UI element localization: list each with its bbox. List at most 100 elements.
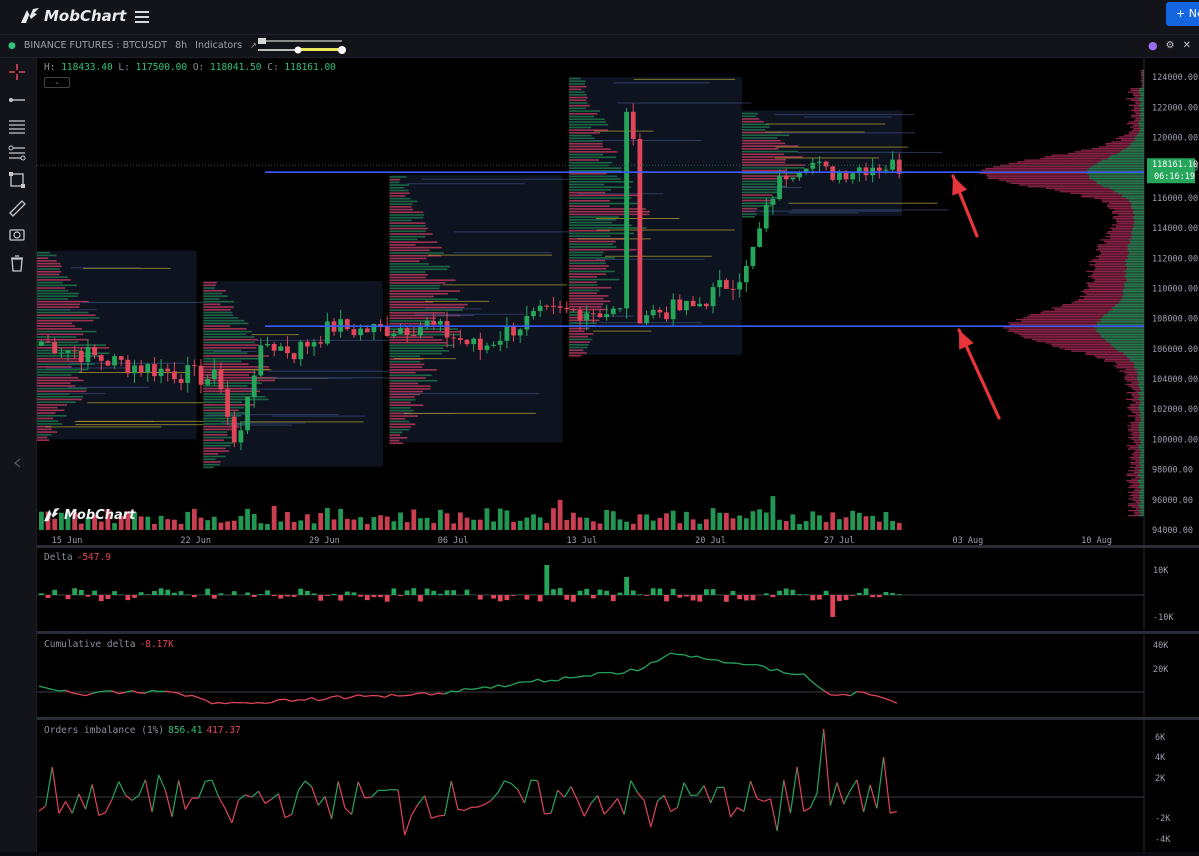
volume-profile-bar-buy: [1133, 229, 1144, 230]
profile-bar: [389, 211, 423, 213]
volume-bar: [618, 519, 623, 530]
volume-bar: [724, 513, 729, 530]
profile-bar: [569, 154, 603, 156]
candle-body: [638, 139, 643, 323]
timeframe-selector[interactable]: 8h: [175, 40, 187, 51]
menu-icon[interactable]: [135, 8, 149, 24]
volume-profile-bar-buy: [1137, 377, 1144, 378]
profile-bar: [389, 426, 411, 428]
close-icon[interactable]: ✕: [1183, 40, 1191, 51]
profile-bar: [37, 301, 89, 303]
new-button[interactable]: + Ne: [1166, 2, 1199, 26]
candle-body: [66, 350, 71, 352]
volume-profile-bar-buy: [1125, 287, 1144, 288]
profile-bar: [389, 271, 425, 273]
volume-bar: [112, 523, 117, 530]
profile-bar: [569, 137, 595, 139]
profile-bar: [569, 157, 616, 159]
fib-tool-icon[interactable]: [7, 143, 27, 163]
watermark: MobChart: [43, 507, 135, 523]
camera-icon[interactable]: [7, 224, 27, 244]
profile-bar: [389, 383, 418, 385]
profile-bar: [389, 198, 410, 200]
profile-bar: [37, 257, 48, 259]
profile-bar: [203, 448, 225, 450]
volume-profile-bar-buy: [1106, 341, 1144, 342]
profile-bar: [389, 355, 420, 357]
volume-profile-bar-buy: [1111, 344, 1144, 345]
profile-bar: [742, 175, 801, 177]
volume-bar: [79, 524, 84, 530]
profile-bar: [569, 110, 600, 112]
profile-bar: [389, 410, 413, 412]
volume-profile-bar-buy: [1097, 322, 1144, 323]
delta-bar: [172, 593, 177, 595]
delta-bar: [219, 593, 224, 595]
opacity-slider[interactable]: [256, 37, 348, 55]
profile-bar: [37, 317, 99, 319]
cumulative-delta-segment: [245, 703, 252, 704]
profile-bar: [742, 140, 781, 142]
collapse-toolbar-icon[interactable]: [8, 453, 28, 473]
indicators-button[interactable]: Indicators: [195, 40, 242, 51]
logo-icon: [20, 7, 40, 25]
candle-body: [737, 282, 742, 289]
delta-bar: [365, 595, 370, 600]
candle-body: [657, 310, 662, 312]
trend-line-tool-icon[interactable]: [7, 90, 27, 110]
volume-profile-bar-buy: [1112, 346, 1144, 347]
price-axis-label: 108000.00: [1152, 315, 1198, 325]
cumulative-delta-segment: [405, 695, 412, 696]
horizontal-lines-tool-icon[interactable]: [7, 116, 27, 136]
crosshair-tool-icon[interactable]: [7, 62, 27, 82]
price-axis-label: 124000.00: [1152, 73, 1198, 83]
rectangle-tool-icon[interactable]: [7, 170, 27, 190]
volume-profile-bar-buy: [1122, 194, 1144, 195]
delta-bar: [684, 595, 689, 596]
volume-profile-bar-buy: [1133, 213, 1144, 214]
volume-profile-bar-buy: [1104, 314, 1144, 315]
delta-bar: [691, 595, 696, 600]
collapse-legend-button[interactable]: ⌄: [44, 77, 70, 88]
profile-bar: [37, 293, 79, 295]
gear-icon[interactable]: ⚙: [1166, 40, 1175, 51]
app-logo[interactable]: MobChart: [20, 6, 126, 26]
profile-bar: [569, 241, 616, 243]
profile-bar: [203, 399, 268, 401]
profile-bar: [203, 285, 216, 287]
exchange-symbol[interactable]: BINANCE FUTURES : BTCUSDT: [24, 40, 167, 51]
delta-bar: [252, 595, 257, 597]
volume-profile-bar-buy: [1141, 96, 1144, 97]
profile-bar: [389, 260, 419, 262]
volume-bar: [564, 520, 569, 530]
profile-bar: [37, 323, 72, 325]
trash-icon[interactable]: [7, 253, 27, 273]
profile-bar: [569, 295, 609, 297]
volume-bar: [212, 517, 217, 530]
profile-bar: [37, 420, 58, 422]
volume-profile-bar-buy: [1132, 228, 1144, 229]
ruler-tool-icon[interactable]: [7, 198, 27, 218]
volume-bar: [411, 509, 416, 530]
profile-bar: [742, 216, 755, 218]
volume-profile-bar-buy: [1119, 302, 1144, 303]
volume-profile-bar-buy: [1141, 420, 1144, 421]
volume-profile-bar-buy: [1138, 510, 1144, 511]
profile-bar: [389, 182, 399, 184]
profile-bar: [569, 219, 616, 221]
candle-body: [890, 160, 895, 170]
volume-profile-bar-buy: [1143, 80, 1144, 81]
chart-area[interactable]: 124000.00122000.00120000.00118000.001160…: [37, 58, 1199, 852]
profile-bar: [569, 83, 585, 85]
profile-bar: [389, 391, 423, 393]
volume-bar: [877, 522, 882, 530]
cumulative-delta-segment: [691, 656, 698, 657]
profile-bar: [37, 347, 109, 349]
volume-profile-bar-buy: [1135, 370, 1144, 371]
volume-profile-bar-buy: [1135, 223, 1144, 224]
volume-profile-bar-buy: [1140, 472, 1144, 473]
volume-profile-bar-buy: [1124, 286, 1144, 287]
volume-bar: [844, 517, 849, 530]
volume-profile-bar-buy: [1138, 515, 1144, 516]
volume-profile-bar-buy: [1126, 272, 1144, 273]
